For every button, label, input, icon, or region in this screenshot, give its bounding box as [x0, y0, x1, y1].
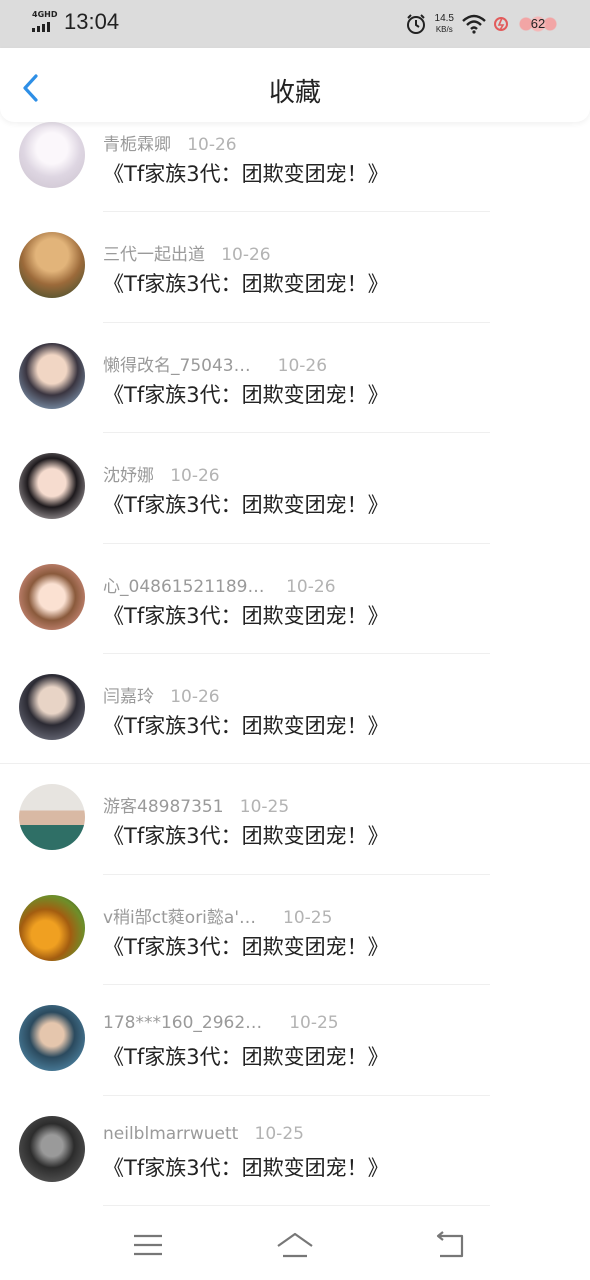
list-item[interactable]: v稍i郜ct蕤ori懿a'… 10-25 《Tf家族3代：团欺变团宠！》	[0, 875, 590, 986]
favorites-list: 青栀霖卿 10-26 《Tf家族3代：团欺变团宠！》 三代一起出道 10-26 …	[0, 102, 590, 1206]
item-meta: 青栀霖卿 10-26	[103, 130, 237, 155]
user-name: 懒得改名_75043…	[103, 355, 251, 376]
user-name: 沈妤娜	[103, 466, 154, 487]
back-icon	[436, 1231, 464, 1258]
list-item[interactable]: neilblmarrwuett 10-25 《Tf家族3代：团欺变团宠！》	[0, 1096, 590, 1206]
avatar[interactable]	[19, 342, 85, 409]
signal-icon: 4GHD	[32, 10, 60, 34]
item-date: 10-25	[283, 907, 333, 928]
divider	[103, 1204, 490, 1206]
item-meta: 游客48987351 10-25	[103, 792, 289, 817]
item-meta: 三代一起出道 10-26	[103, 240, 271, 265]
user-name: 三代一起出道	[103, 245, 205, 266]
list-item[interactable]: 沈妤娜 10-26 《Tf家族3代：团欺变团宠！》	[0, 433, 590, 544]
network-type: 4GHD	[32, 10, 58, 19]
item-date: 10-26	[187, 135, 237, 155]
item-title[interactable]: 《Tf家族3代：团欺变团宠！》	[103, 710, 389, 740]
avatar[interactable]	[19, 563, 85, 630]
avatar[interactable]	[19, 1115, 85, 1182]
item-meta: 心_04861521189… 10-26	[103, 572, 336, 597]
item-title[interactable]: 《Tf家族3代：团欺变团宠！》	[103, 820, 389, 850]
avatar[interactable]	[19, 894, 85, 961]
item-title[interactable]: 《Tf家族3代：团欺变团宠！》	[103, 1152, 389, 1182]
user-name: 178***160_2962…	[103, 1013, 263, 1034]
item-title[interactable]: 《Tf家族3代：团欺变团宠！》	[103, 1041, 389, 1071]
item-date: 10-26	[170, 686, 220, 707]
user-name: neilblmarrwuett	[103, 1123, 239, 1144]
back-nav-button[interactable]	[430, 1228, 470, 1262]
list-item[interactable]: 游客48987351 10-25 《Tf家族3代：团欺变团宠！》	[0, 764, 590, 875]
user-name: 青栀霖卿	[103, 135, 171, 155]
home-icon	[277, 1232, 313, 1258]
menu-icon	[134, 1234, 162, 1256]
alarm-icon	[406, 14, 425, 34]
item-meta: 懒得改名_75043… 10-26	[103, 351, 327, 376]
avatar[interactable]	[19, 784, 85, 851]
item-title[interactable]: 《Tf家族3代：团欺变团宠！》	[103, 379, 389, 409]
status-bar: 4GHD 13:04 14.5 KB/s 62	[0, 0, 590, 48]
item-meta: 沈妤娜 10-26	[103, 461, 220, 486]
item-title[interactable]: 《Tf家族3代：团欺变团宠！》	[103, 158, 389, 188]
header: 收藏	[0, 48, 590, 122]
user-name: 心_04861521189…	[103, 576, 265, 597]
item-date: 10-25	[239, 797, 290, 818]
item-date: 10-25	[254, 1123, 304, 1144]
list-item[interactable]: 闫嘉玲 10-26 《Tf家族3代：团欺变团宠！》	[0, 654, 590, 765]
avatar[interactable]	[19, 453, 85, 520]
item-title[interactable]: 《Tf家族3代：团欺变团宠！》	[103, 268, 389, 298]
system-navbar	[0, 1212, 590, 1280]
item-title[interactable]: 《Tf家族3代：团欺变团宠！》	[103, 600, 389, 630]
item-date: 10-26	[286, 576, 336, 597]
item-date: 10-25	[289, 1013, 339, 1034]
list-item[interactable]: 心_04861521189… 10-26 《Tf家族3代：团欺变团宠！》	[0, 544, 590, 654]
list-item[interactable]: 懒得改名_75043… 10-26 《Tf家族3代：团欺变团宠！》	[0, 323, 590, 434]
user-name: v稍i郜ct蕤ori懿a'…	[103, 907, 256, 928]
status-time: 13:04	[64, 9, 120, 34]
user-name: 游客48987351	[103, 797, 224, 818]
item-date: 10-26	[277, 355, 328, 376]
menu-button[interactable]	[128, 1228, 168, 1262]
item-meta: v稍i郜ct蕤ori懿a'… 10-25	[103, 903, 332, 928]
list-item[interactable]: 三代一起出道 10-26 《Tf家族3代：团欺变团宠！》	[0, 212, 590, 323]
item-meta: 178***160_2962… 10-25	[103, 1013, 339, 1033]
wifi-icon	[462, 14, 486, 34]
avatar[interactable]	[19, 232, 85, 299]
battery-icon: 62	[516, 12, 560, 36]
list-item[interactable]: 178***160_2962… 10-25 《Tf家族3代：团欺变团宠！》	[0, 985, 590, 1096]
item-meta: 闫嘉玲 10-26	[103, 682, 220, 707]
item-date: 10-26	[221, 245, 271, 266]
avatar[interactable]	[19, 122, 85, 188]
battery-level: 62	[530, 16, 546, 31]
item-meta: neilblmarrwuett 10-25	[103, 1124, 304, 1144]
item-title[interactable]: 《Tf家族3代：团欺变团宠！》	[103, 931, 389, 961]
network-speed: 14.5 KB/s	[434, 13, 454, 34]
avatar[interactable]	[19, 1005, 85, 1072]
page-title: 收藏	[268, 78, 321, 108]
home-button[interactable]	[275, 1228, 315, 1262]
item-title[interactable]: 《Tf家族3代：团欺变团宠！》	[103, 489, 389, 519]
avatar[interactable]	[19, 673, 85, 740]
item-date: 10-26	[170, 466, 220, 487]
user-name: 闫嘉玲	[103, 686, 154, 707]
hotspot-icon	[494, 17, 508, 31]
